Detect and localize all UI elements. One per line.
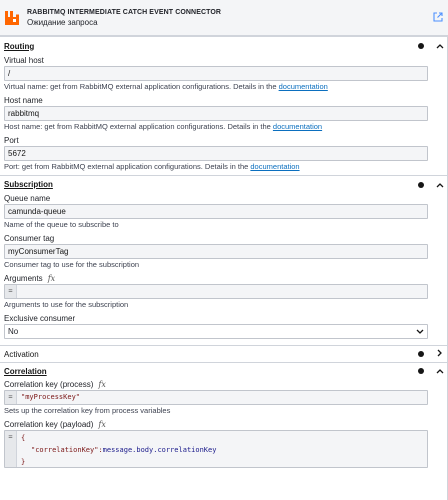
group-status-dot-icon (418, 181, 424, 188)
code-key: "correlationKey" (31, 446, 99, 454)
header-subtitle: Ожидание запроса (27, 17, 98, 27)
arguments-label: Arguments fx (4, 273, 428, 284)
arguments-value[interactable] (17, 285, 25, 298)
correlation-key-payload-code[interactable]: { "correlationKey":message.body.correlat… (17, 431, 220, 467)
arguments-label-text: Arguments (4, 274, 43, 283)
fx-icon: fx (98, 380, 106, 389)
group-title: Subscription (4, 180, 53, 189)
consumer-tag-label: Consumer tag (4, 234, 55, 243)
consumer-tag-input[interactable]: myConsumerTag (4, 244, 428, 259)
port-description: Port: get from RabbitMQ external applica… (4, 161, 428, 172)
rabbitmq-logo-icon (5, 10, 19, 25)
description-text: Host name: get from RabbitMQ external ap… (4, 122, 271, 131)
correlation-key-process-description: Sets up the correlation key from process… (4, 406, 171, 415)
code-line-open: { (21, 434, 26, 442)
exclusive-consumer-value: No (8, 327, 19, 336)
group-header-subscription[interactable]: Subscription (0, 176, 448, 193)
code-line-close: } (21, 458, 26, 466)
correlation-key-payload-feel-editor[interactable]: = { "correlationKey":message.body.correl… (4, 430, 428, 468)
group-status-dot-icon (418, 351, 424, 357)
feel-equals-icon: = (5, 391, 17, 404)
correlation-key-process-label: Correlation key (process) fx (4, 379, 428, 390)
host-name-description: Host name: get from RabbitMQ external ap… (4, 121, 428, 132)
queue-name-label: Queue name (4, 194, 51, 203)
group-subscription: Subscription Queue name camunda-queue Na… (0, 175, 448, 345)
feel-equals-icon: = (5, 285, 17, 298)
description-text: Port: get from RabbitMQ external applica… (4, 162, 249, 171)
correlation-key-payload-label: Correlation key (payload) fx (4, 419, 428, 430)
feel-equals-icon: = (5, 431, 17, 467)
chevron-up-icon[interactable] (436, 180, 444, 190)
fx-icon: fx (47, 274, 56, 283)
group-title: Activation (4, 349, 39, 359)
virtual-host-input[interactable]: / (4, 66, 428, 81)
group-correlation: Correlation Correlation key (process) fx… (0, 362, 448, 468)
group-status-dot-icon (418, 368, 424, 374)
virtual-host-description: Virtual name: get from RabbitMQ external… (4, 81, 428, 92)
documentation-link[interactable]: documentation (279, 82, 328, 91)
chevron-up-icon[interactable] (436, 41, 444, 51)
group-title: Routing (4, 41, 35, 51)
external-link-icon[interactable] (432, 11, 444, 24)
header-title: RABBITMQ INTERMEDIATE CATCH EVENT CONNEC… (27, 8, 222, 16)
documentation-link[interactable]: documentation (273, 122, 322, 131)
chevron-right-icon[interactable] (436, 349, 444, 359)
group-header-activation[interactable]: Activation (0, 346, 448, 362)
properties-panel-header: RABBITMQ INTERMEDIATE CATCH EVENT CONNEC… (0, 0, 448, 36)
correlation-key-process-feel-editor[interactable]: = "myProcessKey" (4, 390, 428, 405)
fx-icon: fx (98, 420, 106, 429)
exclusive-consumer-select[interactable]: No (4, 324, 428, 339)
code-expression: message.body.correlationKey (102, 446, 217, 454)
group-title: Correlation (4, 366, 47, 376)
arguments-description: Arguments to use for the subscription (4, 300, 129, 309)
port-label: Port (4, 136, 19, 145)
queue-name-input[interactable]: camunda-queue (4, 204, 428, 219)
group-header-routing[interactable]: Routing (0, 37, 448, 55)
arguments-feel-editor[interactable]: = (4, 284, 428, 299)
chevron-up-icon[interactable] (436, 366, 444, 376)
documentation-link[interactable]: documentation (250, 162, 299, 171)
group-status-dot-icon (418, 43, 424, 49)
correlation-key-process-label-text: Correlation key (process) (4, 380, 94, 389)
group-activation: Activation (0, 345, 448, 362)
port-input[interactable]: 5672 (4, 146, 428, 161)
chevron-down-icon (416, 329, 424, 334)
consumer-tag-description: Consumer tag to use for the subscription (4, 260, 140, 269)
queue-name-description: Name of the queue to subscribe to (4, 220, 119, 229)
group-routing: Routing Virtual host / Virtual name: get… (0, 36, 448, 172)
correlation-key-process-value[interactable]: "myProcessKey" (17, 391, 84, 404)
group-header-correlation[interactable]: Correlation (0, 363, 448, 379)
description-text: Virtual name: get from RabbitMQ external… (4, 82, 277, 91)
host-name-label: Host name (4, 96, 43, 105)
correlation-key-payload-label-text: Correlation key (payload) (4, 420, 94, 429)
code-line-entry: "correlationKey":message.body.correlatio… (21, 444, 216, 456)
virtual-host-label: Virtual host (4, 56, 44, 65)
exclusive-consumer-label: Exclusive consumer (4, 314, 76, 323)
host-name-input[interactable]: rabbitmq (4, 106, 428, 121)
